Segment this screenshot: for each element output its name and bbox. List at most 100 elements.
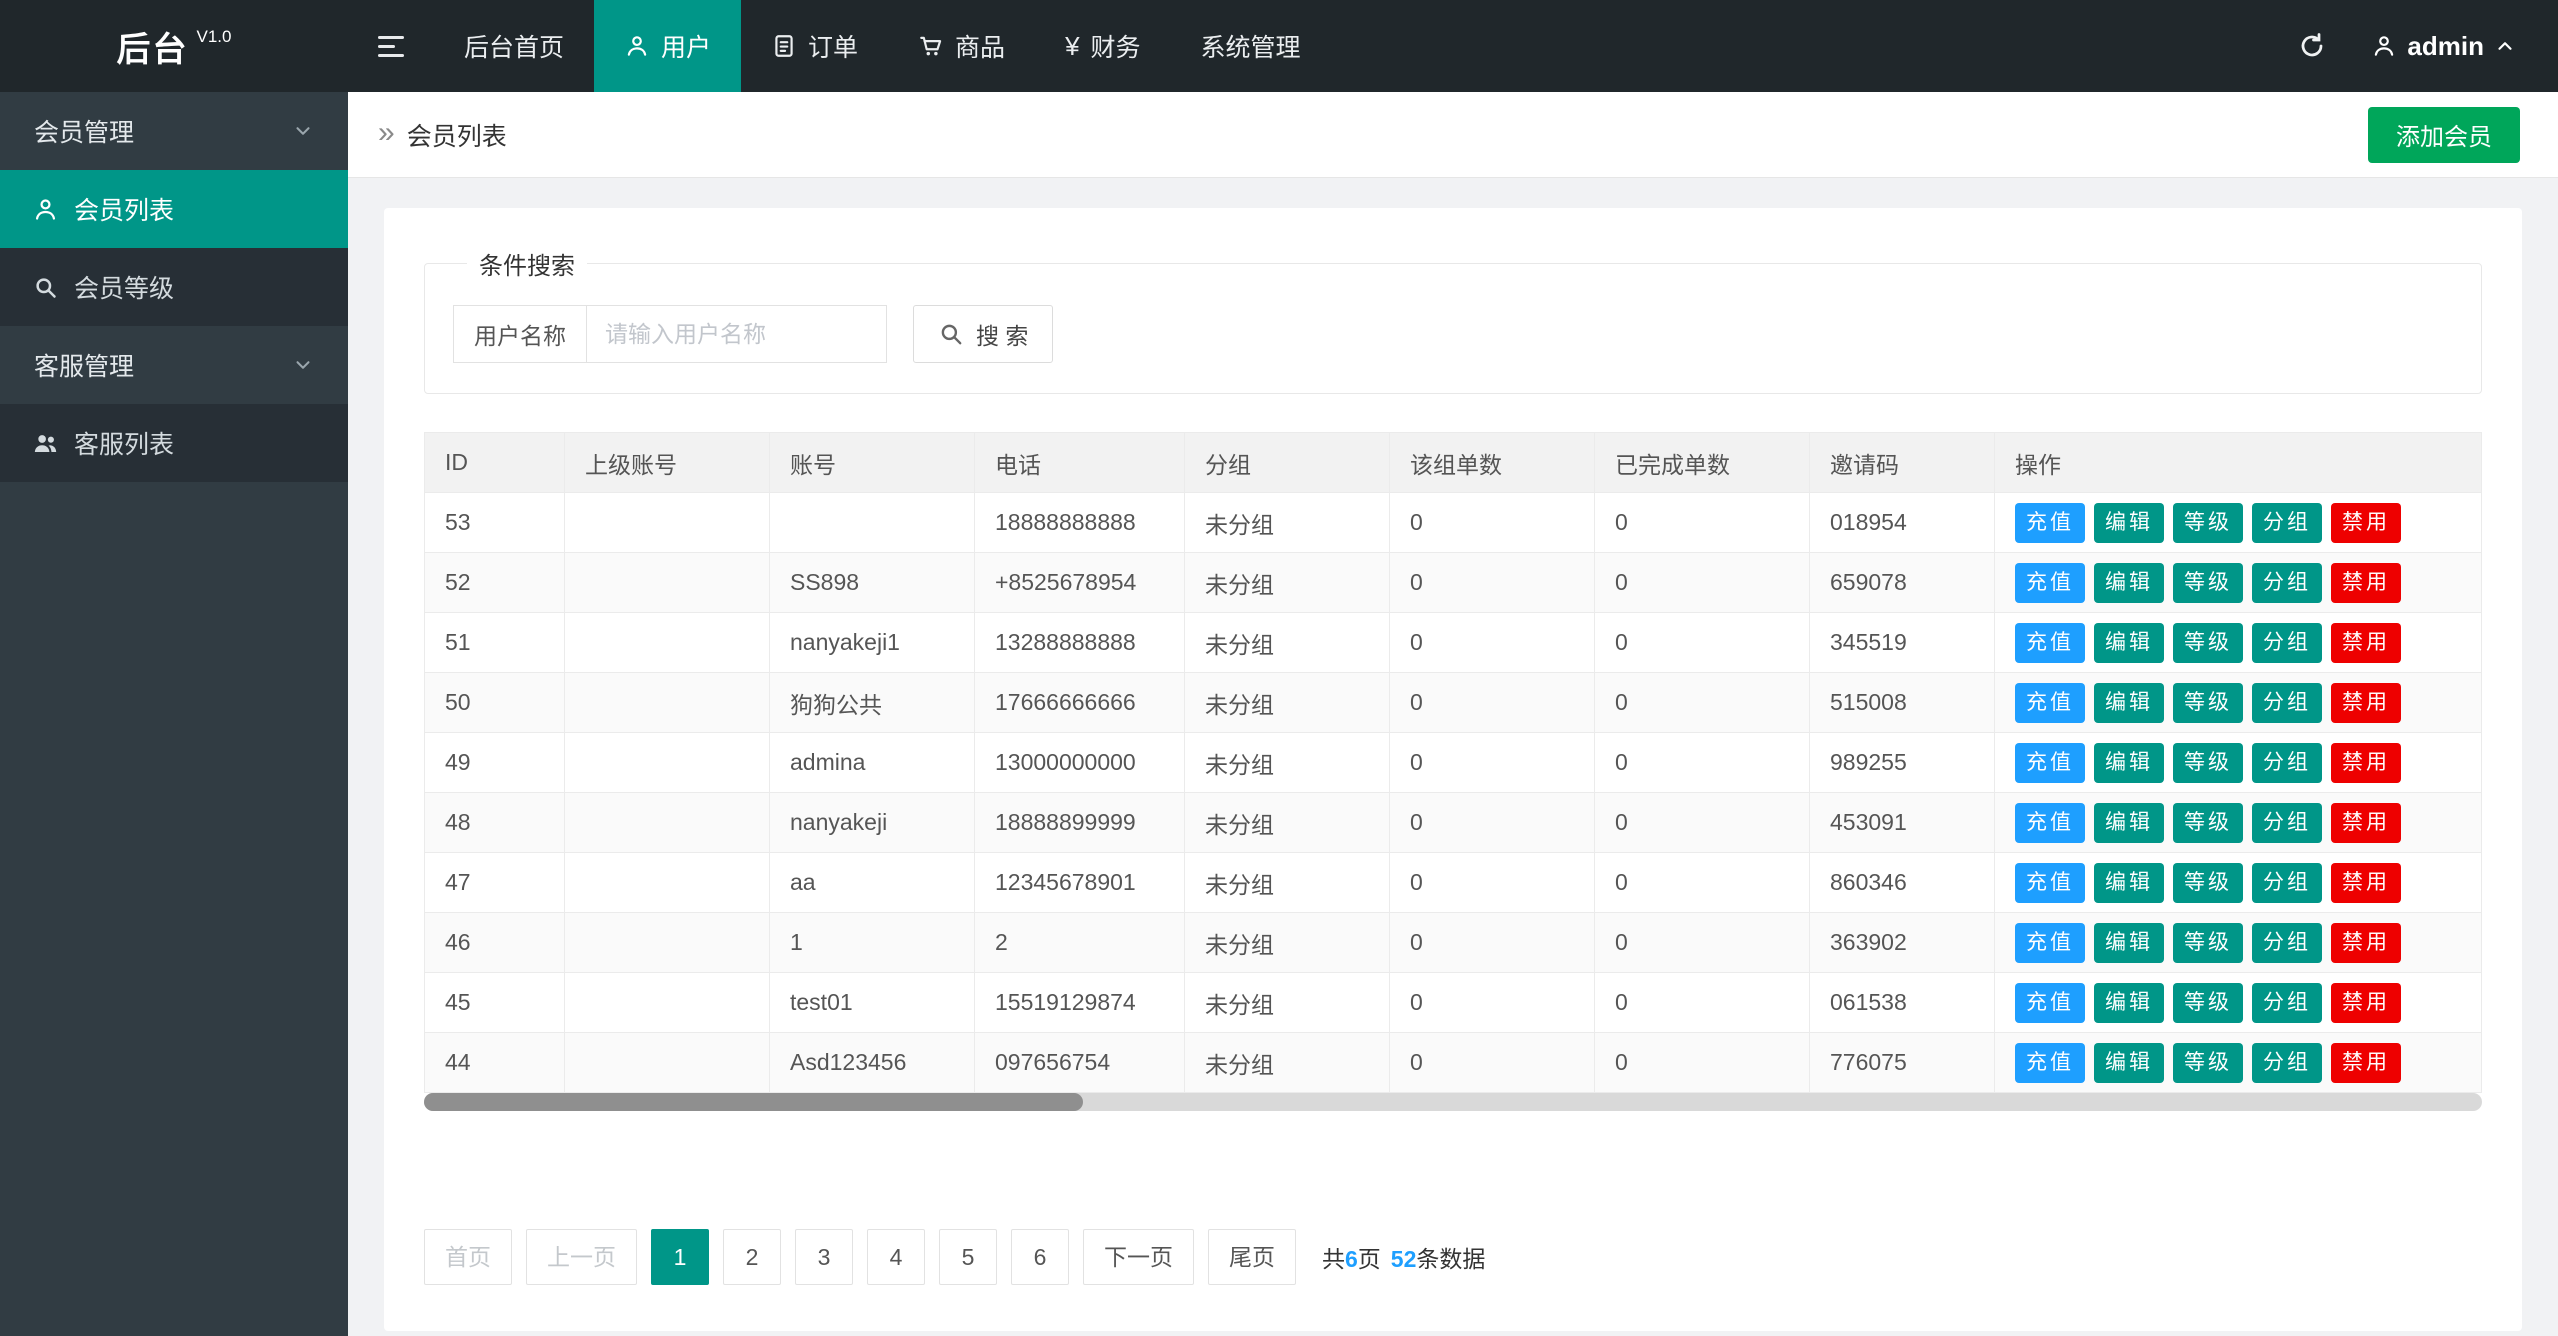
sidebar-item-member-list[interactable]: 会员列表: [0, 170, 348, 248]
cell-done_orders: 0: [1595, 913, 1810, 973]
row-action-disable-button[interactable]: 禁用: [2331, 503, 2401, 543]
row-action-recharge-button[interactable]: 充值: [2015, 743, 2085, 783]
row-action-edit-button[interactable]: 编辑: [2094, 1043, 2164, 1083]
cell-id: 47: [425, 853, 565, 913]
pagination-page-1[interactable]: 1: [651, 1229, 709, 1285]
pagination-page-4[interactable]: 4: [867, 1229, 925, 1285]
row-action-group-button[interactable]: 分组: [2252, 803, 2322, 843]
table-row: 52SS898+8525678954未分组00659078充值编辑等级分组禁用: [425, 553, 2482, 613]
row-action-level-button[interactable]: 等级: [2173, 503, 2243, 543]
nav-item-finance[interactable]: ¥ 财务: [1035, 0, 1170, 92]
row-action-level-button[interactable]: 等级: [2173, 563, 2243, 603]
row-action-edit-button[interactable]: 编辑: [2094, 563, 2164, 603]
row-action-group-button[interactable]: 分组: [2252, 563, 2322, 603]
row-action-level-button[interactable]: 等级: [2173, 1043, 2243, 1083]
row-action-recharge-button[interactable]: 充值: [2015, 503, 2085, 543]
row-action-level-button[interactable]: 等级: [2173, 743, 2243, 783]
row-action-disable-button[interactable]: 禁用: [2331, 983, 2401, 1023]
row-action-recharge-button[interactable]: 充值: [2015, 803, 2085, 843]
row-action-group-button[interactable]: 分组: [2252, 863, 2322, 903]
row-action-recharge-button[interactable]: 充值: [2015, 983, 2085, 1023]
row-action-edit-button[interactable]: 编辑: [2094, 863, 2164, 903]
nav-item-label: 用户: [661, 28, 711, 64]
row-action-disable-button[interactable]: 禁用: [2331, 623, 2401, 663]
row-action-group-button[interactable]: 分组: [2252, 1043, 2322, 1083]
row-action-edit-button[interactable]: 编辑: [2094, 803, 2164, 843]
row-action-disable-button[interactable]: 禁用: [2331, 923, 2401, 963]
row-action-group-button[interactable]: 分组: [2252, 983, 2322, 1023]
row-action-level-button[interactable]: 等级: [2173, 683, 2243, 723]
row-action-edit-button[interactable]: 编辑: [2094, 503, 2164, 543]
nav-item-goods[interactable]: 商品: [888, 0, 1035, 92]
cell-account: [770, 493, 975, 553]
row-action-disable-button[interactable]: 禁用: [2331, 683, 2401, 723]
cell-invite: 515008: [1810, 673, 1995, 733]
row-action-disable-button[interactable]: 禁用: [2331, 1043, 2401, 1083]
pagination-next[interactable]: 下一页: [1083, 1229, 1194, 1285]
cell-parent: [565, 673, 770, 733]
row-action-edit-button[interactable]: 编辑: [2094, 983, 2164, 1023]
user-icon: [2371, 33, 2397, 59]
row-action-recharge-button[interactable]: 充值: [2015, 923, 2085, 963]
horizontal-scrollbar[interactable]: [424, 1093, 2482, 1111]
pagination: 首页 上一页 1 2 3 4 5 6 下一页 尾页 共6页52条数据: [424, 1229, 2482, 1285]
summary-suffix: 条数据: [1416, 1246, 1485, 1272]
nav-item-users[interactable]: 用户: [594, 0, 741, 92]
add-member-button[interactable]: 添加会员: [2368, 107, 2520, 163]
top-menu: 后台首页 用户 订单 商品 ¥ 财务 系统管理: [434, 0, 1331, 92]
row-action-level-button[interactable]: 等级: [2173, 623, 2243, 663]
row-action-disable-button[interactable]: 禁用: [2331, 863, 2401, 903]
cell-account: 狗狗公共: [770, 673, 975, 733]
pagination-last[interactable]: 尾页: [1208, 1229, 1296, 1285]
pagination-page-6[interactable]: 6: [1011, 1229, 1069, 1285]
row-action-edit-button[interactable]: 编辑: [2094, 683, 2164, 723]
sidebar-group-service-mgmt[interactable]: 客服管理: [0, 326, 348, 404]
cell-group: 未分组: [1185, 613, 1390, 673]
nav-item-orders[interactable]: 订单: [741, 0, 888, 92]
row-action-recharge-button[interactable]: 充值: [2015, 1043, 2085, 1083]
row-action-edit-button[interactable]: 编辑: [2094, 743, 2164, 783]
chevron-down-icon: [292, 120, 314, 142]
username-search-input[interactable]: [587, 305, 887, 363]
col-header-done-orders: 已完成单数: [1595, 433, 1810, 493]
yen-icon: ¥: [1065, 31, 1079, 62]
row-action-recharge-button[interactable]: 充值: [2015, 623, 2085, 663]
row-action-group-button[interactable]: 分组: [2252, 743, 2322, 783]
row-action-level-button[interactable]: 等级: [2173, 923, 2243, 963]
cell-actions: 充值编辑等级分组禁用: [1995, 1033, 2482, 1093]
row-action-group-button[interactable]: 分组: [2252, 683, 2322, 723]
row-action-level-button[interactable]: 等级: [2173, 863, 2243, 903]
row-action-recharge-button[interactable]: 充值: [2015, 863, 2085, 903]
sidebar-item-member-level[interactable]: 会员等级: [0, 248, 348, 326]
row-action-edit-button[interactable]: 编辑: [2094, 923, 2164, 963]
cell-account: nanyakeji1: [770, 613, 975, 673]
sidebar-group-member-mgmt[interactable]: 会员管理: [0, 92, 348, 170]
sidebar-item-service-list[interactable]: 客服列表: [0, 404, 348, 482]
row-action-disable-button[interactable]: 禁用: [2331, 743, 2401, 783]
refresh-icon[interactable]: [2297, 31, 2327, 61]
row-action-edit-button[interactable]: 编辑: [2094, 623, 2164, 663]
scrollbar-thumb[interactable]: [424, 1093, 1083, 1111]
search-button[interactable]: 搜 索: [913, 305, 1053, 363]
search-icon: [938, 321, 964, 347]
nav-item-home[interactable]: 后台首页: [434, 0, 594, 92]
cart-icon: [918, 33, 944, 59]
row-action-level-button[interactable]: 等级: [2173, 983, 2243, 1023]
cell-parent: [565, 613, 770, 673]
user-menu[interactable]: admin: [2371, 31, 2516, 62]
row-action-group-button[interactable]: 分组: [2252, 503, 2322, 543]
nav-item-system[interactable]: 系统管理: [1171, 0, 1331, 92]
row-action-disable-button[interactable]: 禁用: [2331, 803, 2401, 843]
summary-middle: 页: [1358, 1246, 1381, 1272]
sidebar-toggle-icon[interactable]: [348, 0, 434, 92]
row-action-disable-button[interactable]: 禁用: [2331, 563, 2401, 603]
cell-group: 未分组: [1185, 973, 1390, 1033]
row-action-group-button[interactable]: 分组: [2252, 923, 2322, 963]
pagination-page-5[interactable]: 5: [939, 1229, 997, 1285]
row-action-level-button[interactable]: 等级: [2173, 803, 2243, 843]
pagination-page-2[interactable]: 2: [723, 1229, 781, 1285]
row-action-recharge-button[interactable]: 充值: [2015, 563, 2085, 603]
pagination-page-3[interactable]: 3: [795, 1229, 853, 1285]
row-action-recharge-button[interactable]: 充值: [2015, 683, 2085, 723]
row-action-group-button[interactable]: 分组: [2252, 623, 2322, 663]
